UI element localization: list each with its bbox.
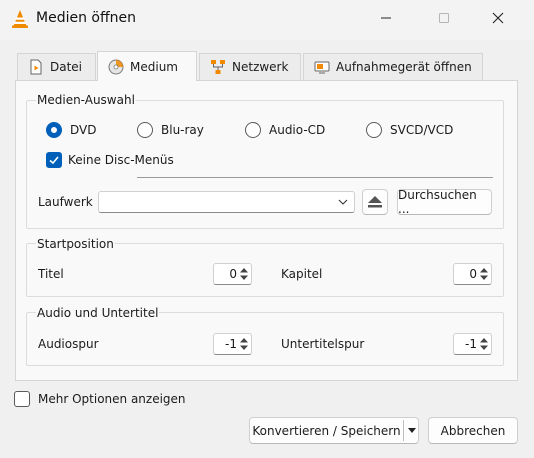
subtitle-track-spinbox[interactable]: -1 bbox=[453, 333, 492, 355]
radio-dvd[interactable]: DVD bbox=[46, 122, 96, 138]
tab-disc[interactable]: Medium bbox=[97, 51, 197, 81]
chapter-value: 0 bbox=[469, 267, 477, 281]
minimize-icon bbox=[381, 17, 391, 19]
tab-file-label: Datei bbox=[50, 60, 83, 74]
more-options-label: Mehr Optionen anzeigen bbox=[38, 392, 186, 406]
radio-audio-cd-label: Audio-CD bbox=[269, 123, 326, 137]
radio-audio-cd[interactable]: Audio-CD bbox=[245, 122, 325, 138]
radio-bluray-label: Blu-ray bbox=[161, 123, 204, 137]
title-value: 0 bbox=[229, 267, 237, 281]
radio-svcd-vcd-label: SVCD/VCD bbox=[390, 123, 454, 137]
split-divider bbox=[403, 420, 404, 441]
chevron-down-icon bbox=[338, 199, 348, 205]
eject-icon bbox=[368, 196, 382, 208]
tab-network[interactable]: Netzwerk bbox=[199, 53, 301, 80]
title-label: Titel bbox=[38, 267, 64, 281]
spin-arrows-icon bbox=[240, 338, 248, 350]
network-icon bbox=[211, 60, 225, 74]
vlc-cone-icon bbox=[12, 10, 28, 28]
convert-save-button[interactable]: Konvertieren / Speichern bbox=[250, 418, 403, 443]
file-icon bbox=[30, 59, 42, 75]
radio-bluray[interactable]: Blu-ray bbox=[137, 122, 204, 138]
radio-svcd-vcd-indicator bbox=[366, 122, 382, 138]
start-position-title: Startposition bbox=[36, 237, 115, 251]
radio-bluray-indicator bbox=[137, 122, 153, 138]
minimize-button[interactable] bbox=[363, 0, 409, 36]
audio-track-spinbox[interactable]: -1 bbox=[213, 333, 252, 355]
radio-dvd-indicator bbox=[46, 122, 62, 138]
spin-arrows-icon bbox=[480, 268, 488, 280]
audio-track-value: -1 bbox=[225, 337, 237, 351]
chapter-label: Kapitel bbox=[281, 267, 323, 281]
disc-icon bbox=[108, 59, 124, 74]
media-selection-title: Medien-Auswahl bbox=[36, 93, 136, 107]
tab-capture-device[interactable]: Aufnahmegerät öffnen bbox=[303, 53, 483, 80]
radio-audio-cd-indicator bbox=[245, 122, 261, 138]
drive-label: Laufwerk bbox=[38, 195, 93, 209]
audio-subtitles-title: Audio und Untertitel bbox=[36, 306, 160, 320]
subtitle-track-label: Untertitelspur bbox=[281, 337, 365, 351]
dropdown-arrow-icon[interactable] bbox=[406, 423, 418, 437]
close-icon bbox=[492, 12, 504, 24]
radio-svcd-vcd[interactable]: SVCD/VCD bbox=[366, 122, 453, 138]
maximize-button[interactable] bbox=[421, 0, 467, 36]
title-bar: Medien öffnen bbox=[0, 0, 534, 40]
spin-arrows-icon bbox=[240, 268, 248, 280]
tab-disc-label: Medium bbox=[130, 59, 178, 74]
browse-button[interactable]: Durchsuchen ... bbox=[397, 188, 492, 216]
close-button[interactable] bbox=[475, 0, 521, 36]
checkmark-icon bbox=[49, 156, 59, 165]
title-spinbox[interactable]: 0 bbox=[213, 263, 252, 285]
more-options-indicator bbox=[14, 391, 30, 407]
convert-save-split-button[interactable]: Konvertieren / Speichern bbox=[249, 417, 419, 444]
audio-track-label: Audiospur bbox=[38, 337, 99, 351]
no-disc-menus-checkbox[interactable]: Keine Disc-Menüs bbox=[46, 152, 174, 168]
chapter-spinbox[interactable]: 0 bbox=[453, 263, 492, 285]
capture-device-icon bbox=[314, 61, 330, 74]
separator-line bbox=[137, 177, 493, 178]
tab-file[interactable]: Datei bbox=[17, 53, 96, 80]
subtitle-track-value: -1 bbox=[465, 337, 477, 351]
start-position-group bbox=[26, 243, 504, 297]
maximize-icon bbox=[439, 13, 449, 23]
eject-button[interactable] bbox=[362, 189, 388, 215]
more-options-checkbox[interactable]: Mehr Optionen anzeigen bbox=[14, 391, 186, 407]
cancel-button[interactable]: Abbrechen bbox=[428, 417, 518, 444]
no-disc-menus-label: Keine Disc-Menüs bbox=[68, 153, 174, 167]
radio-dvd-label: DVD bbox=[70, 123, 97, 137]
drive-combobox[interactable] bbox=[98, 191, 355, 213]
spin-arrows-icon bbox=[480, 338, 488, 350]
no-disc-menus-indicator bbox=[46, 152, 62, 168]
tab-network-label: Netzwerk bbox=[232, 60, 289, 74]
window-title: Medien öffnen bbox=[36, 10, 136, 26]
tab-capture-device-label: Aufnahmegerät öffnen bbox=[336, 60, 472, 74]
